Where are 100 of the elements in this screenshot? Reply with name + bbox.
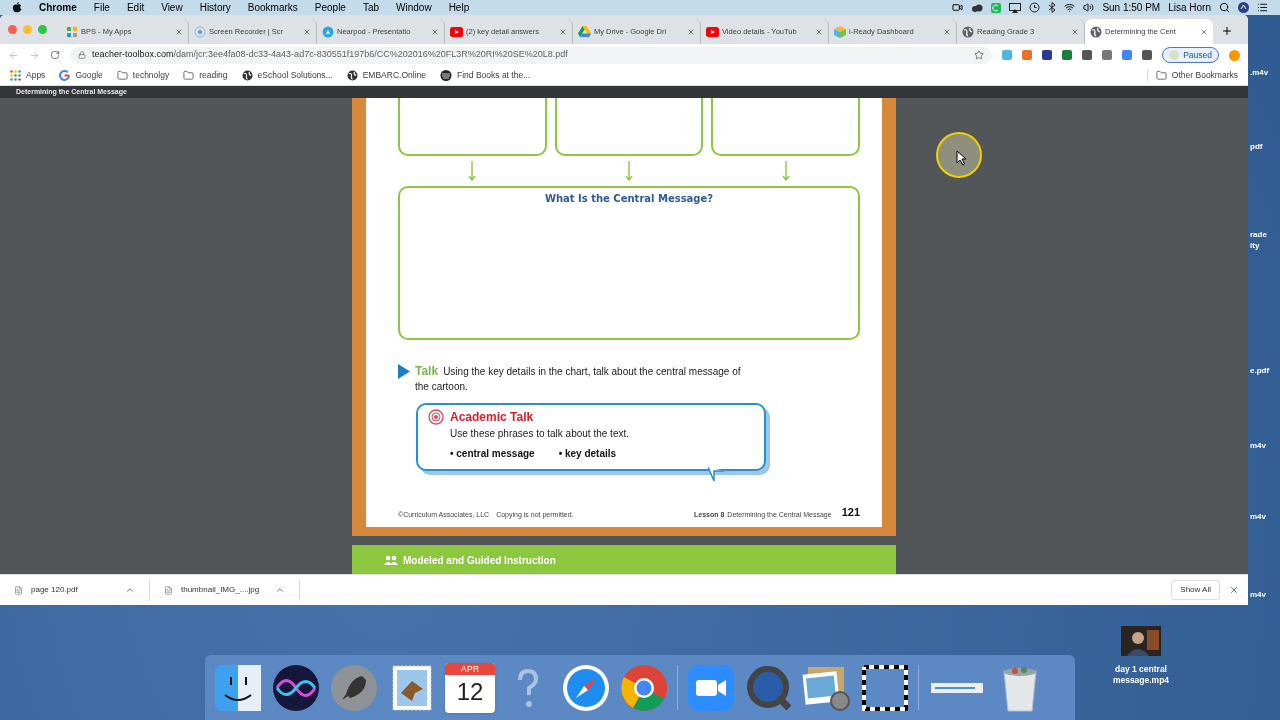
calendar-day: 12	[456, 674, 484, 709]
menu-item[interactable]: Help	[448, 0, 470, 15]
bluetooth-icon[interactable]	[1048, 2, 1057, 13]
desktop-file-label: day 1 central message.mp4	[1111, 664, 1171, 686]
profile-button[interactable]: Paused	[1162, 47, 1219, 63]
close-icon[interactable]	[815, 27, 823, 36]
bookmark[interactable]: eSchool Solutions...	[241, 69, 333, 82]
record-icon	[194, 25, 206, 38]
reload-icon[interactable]	[50, 50, 60, 60]
download-item[interactable]: page 120.pdf	[0, 579, 150, 601]
play-icon	[450, 26, 463, 37]
show-all-button[interactable]: Show All	[1171, 580, 1220, 600]
c-logo-icon[interactable]	[991, 2, 1002, 13]
close-window-icon[interactable]	[8, 25, 17, 34]
menu-clock[interactable]: Sun 1:50 PM	[1102, 0, 1161, 15]
menu-item[interactable]: View	[161, 0, 183, 15]
desktop-file-label: e.pdf	[1250, 367, 1270, 375]
desktop-file-label: m4v	[1250, 513, 1266, 521]
download-item[interactable]: thumbnail_IMG_....jpg	[150, 579, 300, 601]
page-number: 121	[841, 504, 860, 520]
close-icon[interactable]	[431, 27, 439, 36]
folder-icon	[1155, 70, 1167, 81]
calendar-icon[interactable]: APR 12	[445, 662, 495, 713]
menu-item[interactable]: Bookmarks	[247, 0, 298, 15]
bookmark[interactable]: EMBARC.Online	[346, 69, 426, 82]
grid-icon	[66, 25, 78, 38]
globe-icon	[1090, 25, 1102, 38]
compass-icon[interactable]	[561, 662, 611, 713]
avatar-icon	[1169, 50, 1180, 60]
close-icon[interactable]	[1229, 585, 1239, 595]
desktop-file-label: ity	[1250, 242, 1260, 250]
globe-icon	[962, 25, 974, 38]
calendar-month: APR	[445, 662, 495, 675]
extension-icon[interactable]	[1042, 50, 1053, 60]
dashed-square-icon[interactable]	[860, 662, 910, 713]
address-field[interactable]: teacher-toolbox.com/dam/jcr:3ee4fa08-dc33-4a43-ad7c-830551f197b6/CC%202016%20FL3R%20RI%20SE%20L8.pdf	[70, 46, 993, 64]
bookmark[interactable]: technolgy	[116, 69, 170, 82]
close-icon[interactable]	[175, 27, 183, 36]
extension-icon[interactable]	[1082, 50, 1093, 60]
close-icon[interactable]	[559, 27, 567, 36]
next-page-title: Modeled and Guided Instruction	[403, 553, 556, 568]
app-menu[interactable]: Chrome	[39, 0, 77, 15]
cube-icon	[834, 25, 846, 38]
extension-icon[interactable]	[1102, 50, 1113, 60]
caret-icon[interactable]	[125, 585, 135, 595]
search-icon[interactable]	[1219, 2, 1230, 13]
new-tab-icon[interactable]	[1221, 25, 1233, 37]
menu-item[interactable]: Tab	[362, 0, 380, 15]
wifi-icon[interactable]	[1064, 2, 1076, 13]
folder-icon	[183, 70, 195, 81]
siri-icon[interactable]	[271, 662, 321, 713]
file-icon	[164, 585, 173, 595]
finder-icon[interactable]	[213, 662, 263, 713]
play-icon	[706, 26, 719, 37]
bookmark[interactable]: Find Books at the...	[440, 69, 531, 82]
lock-icon	[78, 51, 86, 59]
phrase: • key details	[558, 447, 617, 461]
close-icon[interactable]	[303, 27, 311, 36]
siri-icon[interactable]	[1238, 2, 1249, 13]
apple-icon[interactable]	[12, 2, 22, 13]
caret-icon[interactable]	[275, 585, 285, 595]
cloud-icon[interactable]	[971, 2, 984, 13]
menu-item[interactable]: History	[199, 0, 231, 15]
airplay-icon[interactable]	[1009, 2, 1022, 13]
volume-icon[interactable]	[1083, 2, 1095, 13]
menu-item[interactable]: People	[314, 0, 346, 15]
menu-item[interactable]: Window	[396, 0, 432, 15]
other-bookmarks[interactable]: Other Bookmarks	[1146, 69, 1238, 82]
bookmark[interactable]: Apps	[10, 69, 46, 82]
video-camera-icon[interactable]	[952, 2, 964, 13]
chrome-icon[interactable]	[619, 662, 669, 713]
g-logo-icon	[59, 70, 71, 81]
menu-item[interactable]: Edit	[126, 0, 145, 15]
target-icon	[428, 409, 444, 425]
close-icon[interactable]	[1200, 27, 1208, 36]
bookmark[interactable]: reading	[183, 69, 228, 82]
user-name[interactable]: Lisa Horn	[1168, 0, 1211, 15]
talk-instruction: Talk Using the key details in the chart, talk about the central message of the cartoon.	[415, 364, 742, 394]
arrow-down-icon	[468, 161, 477, 181]
warning-icon[interactable]	[1229, 49, 1240, 61]
star-icon[interactable]	[974, 50, 985, 60]
extension-icon[interactable]	[1142, 50, 1153, 60]
arrow-down-icon	[781, 161, 790, 181]
rocket-icon[interactable]	[329, 662, 379, 713]
close-icon[interactable]	[1071, 27, 1079, 36]
extension-icon[interactable]	[1062, 50, 1073, 60]
academic-talk-instruction: Use these phrases to talk about the text.	[450, 427, 630, 441]
clock-icon[interactable]	[1029, 2, 1041, 13]
file-icon	[14, 585, 23, 595]
globe-icon	[241, 70, 253, 81]
menu-icon[interactable]	[1257, 2, 1268, 13]
bookmark[interactable]: Google	[59, 69, 103, 82]
close-icon[interactable]	[943, 27, 951, 36]
phrase: • central message	[450, 447, 535, 461]
apps-grid-icon	[10, 70, 21, 81]
menu-item[interactable]: File	[93, 0, 110, 15]
desktop-file-label: rade	[1250, 231, 1267, 239]
close-icon[interactable]	[687, 27, 695, 36]
folder-icon	[116, 70, 128, 81]
desktop-file-label: pdf	[1250, 143, 1263, 151]
